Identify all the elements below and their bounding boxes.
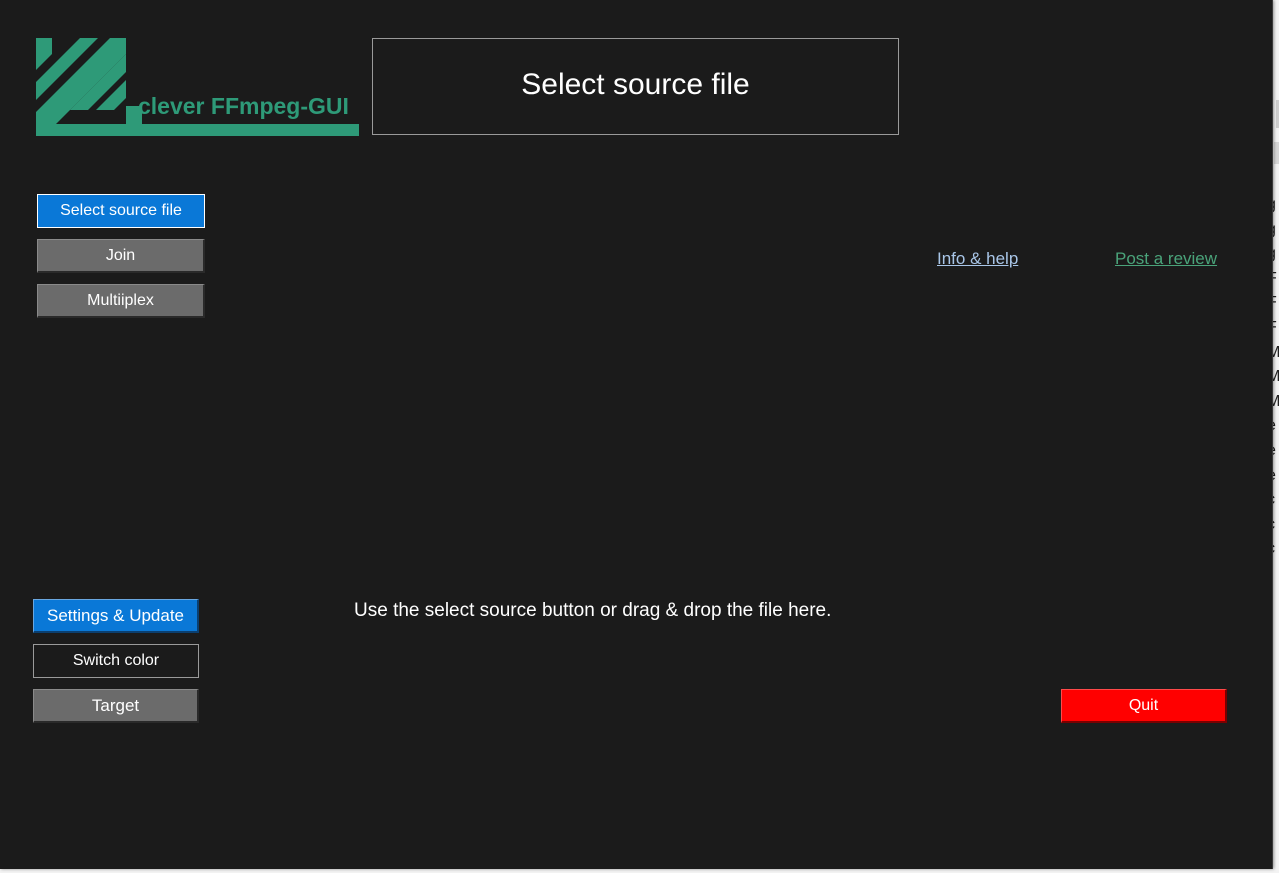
settings-update-button[interactable]: Settings & Update: [33, 599, 199, 633]
switch-color-label: Switch color: [72, 652, 160, 669]
quit-button[interactable]: Quit: [1061, 689, 1227, 723]
join-button[interactable]: Join: [37, 239, 205, 273]
ffmpeg-logo-icon: [36, 38, 359, 136]
select-source-button[interactable]: Select source file: [37, 194, 205, 228]
page-title: Select source file: [372, 38, 899, 135]
target-button[interactable]: Target: [33, 689, 199, 723]
target-label: Target: [91, 695, 140, 715]
select-source-label: Select source file: [60, 202, 182, 219]
app-window: clever FFmpeg-GUI Select source file Sel…: [0, 0, 1273, 869]
info-help-link[interactable]: Info & help: [937, 249, 1018, 269]
multiplex-button[interactable]: Multiiplex: [37, 284, 205, 318]
switch-color-button[interactable]: Switch color: [33, 644, 199, 678]
quit-label: Quit: [1128, 696, 1159, 714]
drop-zone-hint: Use the select source button or drag & d…: [354, 600, 832, 621]
background-scrollbar-thumb: [1274, 142, 1279, 164]
join-label: Join: [105, 246, 136, 264]
logo-text: clever FFmpeg-GUI: [138, 93, 349, 119]
page-title-text: Select source file: [521, 67, 750, 101]
settings-update-label: Settings & Update: [46, 605, 185, 625]
multiplex-label: Multiiplex: [87, 291, 154, 309]
app-logo: clever FFmpeg-GUI: [36, 38, 359, 136]
post-review-link[interactable]: Post a review: [1115, 249, 1217, 269]
